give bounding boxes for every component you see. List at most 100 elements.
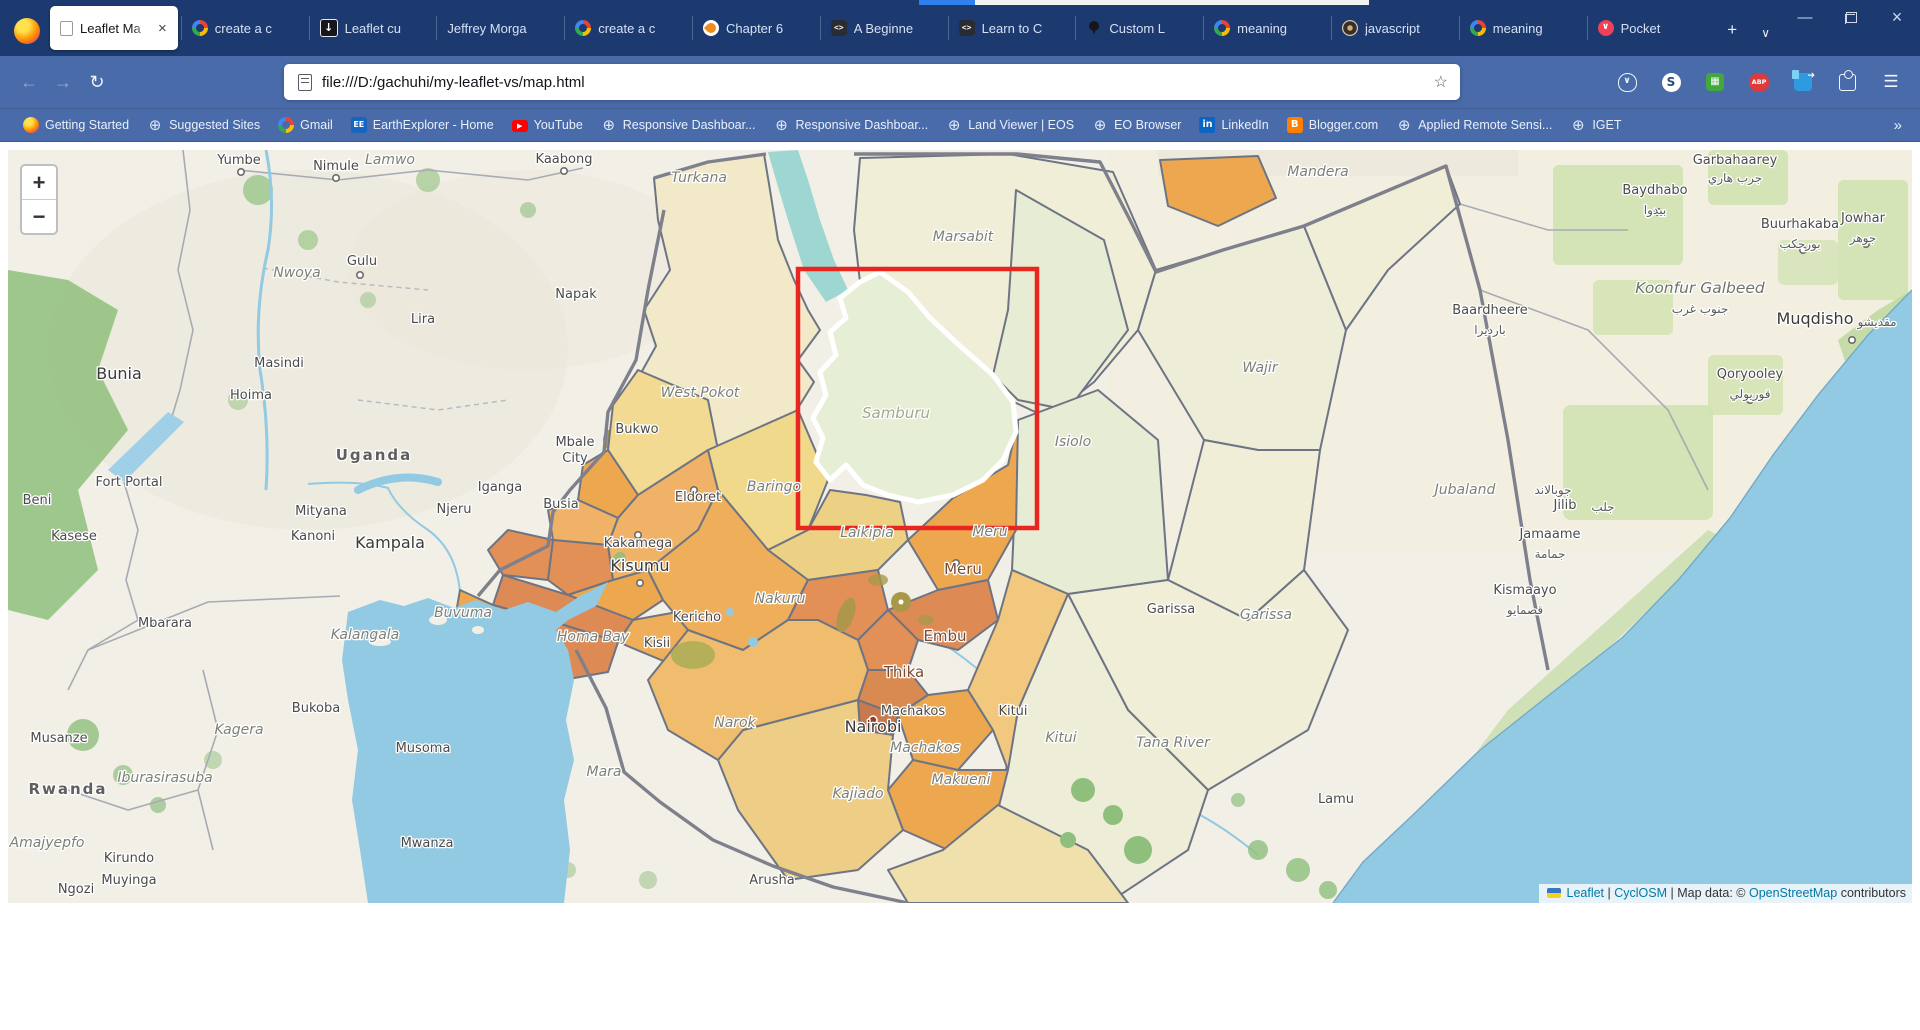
map-label: Busia — [543, 497, 579, 512]
map-label: Garissa — [1147, 602, 1196, 617]
attribution-link[interactable]: Leaflet — [1567, 886, 1605, 900]
map-label: جرب هاري — [1708, 171, 1762, 186]
attribution-link[interactable]: CyclOSM — [1614, 886, 1667, 900]
map-label: جلب — [1591, 500, 1614, 514]
bookmark-label: Getting Started — [45, 118, 129, 132]
bookmark-item[interactable]: Gmail — [269, 113, 342, 137]
map-label: جوهر — [1849, 231, 1877, 246]
map-label: جمامة — [1535, 547, 1566, 561]
bookmark-item[interactable]: ⊕EO Browser — [1083, 113, 1190, 137]
tab[interactable]: Leaflet cu — [310, 7, 438, 49]
map-label: Nakuru — [755, 591, 806, 607]
leaflet-map[interactable]: YumbeNimuleLamwoKaabongGuluNwoyaLiraNapa… — [8, 150, 1912, 903]
extensions-puzzle-icon[interactable] — [1832, 67, 1862, 97]
bookmark-item[interactable]: EEEarthExplorer - Home — [342, 113, 503, 137]
page-icon — [60, 21, 73, 36]
globe-icon: ⊕ — [946, 117, 962, 133]
adblock-plus-icon[interactable]: ABP — [1744, 67, 1774, 97]
green-extension-icon[interactable]: ▦ — [1700, 67, 1730, 97]
tab[interactable]: meaning — [1460, 7, 1588, 49]
tab[interactable]: javascript — [1332, 7, 1460, 49]
bookmark-label: LinkedIn — [1221, 118, 1268, 132]
bookmark-label: Gmail — [300, 118, 333, 132]
tab-close-icon[interactable]: × — [157, 20, 168, 37]
map-label: Baringo — [747, 479, 801, 495]
map-label: Isiolo — [1055, 434, 1091, 450]
menu-icon[interactable]: ☰ — [1876, 67, 1906, 97]
bookmark-label: Land Viewer | EOS — [968, 118, 1074, 132]
list-tabs-chevron-icon[interactable]: ∨ — [1749, 26, 1782, 40]
navigation-toolbar: ← → ↻ file:///D:/gachuhi/my-leaflet-vs/m… — [0, 56, 1920, 109]
bookmark-item[interactable]: ⊕Suggested Sites — [138, 113, 269, 137]
map-label: Kirundo — [104, 851, 154, 866]
bookmark-item[interactable]: ⊕ Land Viewer | EOS — [937, 113, 1083, 137]
forward-button[interactable]: → — [46, 72, 80, 93]
map-label: بيدوا — [1644, 203, 1666, 218]
share-extension-icon[interactable] — [1788, 67, 1818, 97]
back-button[interactable]: ← — [12, 72, 46, 93]
tab[interactable]: Learn to C — [949, 7, 1077, 49]
map-label: Mbale — [555, 435, 594, 450]
tab-active[interactable]: Leaflet Ma× — [50, 6, 178, 50]
map-label: Ngozi — [58, 882, 94, 897]
tab[interactable]: meaning — [1204, 7, 1332, 49]
bookmark-star-icon[interactable]: ☆ — [1422, 72, 1460, 92]
address-bar[interactable]: file:///D:/gachuhi/my-leaflet-vs/map.htm… — [284, 64, 1460, 100]
tab[interactable]: Jeffrey Morga — [437, 7, 565, 49]
place-marker — [1849, 337, 1855, 343]
map-label: Gulu — [347, 254, 377, 269]
reload-button[interactable]: ↻ — [80, 72, 114, 93]
map-label: جنوب غرب — [1672, 302, 1729, 317]
restore-button[interactable] — [1828, 0, 1874, 34]
map-label: Amajyepfo — [9, 835, 85, 851]
tab[interactable]: Custom L — [1076, 7, 1204, 49]
bookmark-item[interactable]: ▶YouTube — [503, 113, 592, 137]
map-label: Muyinga — [101, 873, 156, 888]
new-tab-button[interactable]: + — [1715, 20, 1749, 40]
background-window-strip-blue — [919, 0, 975, 5]
map-label: Kajiado — [832, 786, 883, 802]
attribution-link[interactable]: OpenStreetMap — [1749, 886, 1837, 900]
map-label: Garbahaarey — [1693, 153, 1778, 168]
url-text[interactable]: file:///D:/gachuhi/my-leaflet-vs/map.htm… — [322, 74, 1422, 91]
tab[interactable]: Pocket — [1588, 7, 1716, 49]
tab[interactable]: create a c — [182, 7, 310, 49]
bookmark-item[interactable]: inLinkedIn — [1190, 113, 1277, 137]
zoom-out-button[interactable]: − — [22, 199, 56, 233]
bookmark-label: Responsive Dashboar... — [623, 118, 756, 132]
bookmark-item[interactable]: ⊕IGET — [1561, 113, 1630, 137]
bookmark-item[interactable]: BBlogger.com — [1278, 113, 1387, 137]
tab[interactable]: A Beginne — [821, 7, 949, 49]
map-label: Iganga — [478, 480, 523, 495]
map-label: Nairobi — [845, 717, 902, 736]
tab-title: A Beginne — [854, 21, 939, 36]
pocket-save-icon[interactable]: ∨ — [1612, 67, 1642, 97]
map-label: Musanze — [30, 731, 87, 746]
map-label: Machakos — [881, 704, 946, 719]
map-label: Iburasirasuba — [117, 770, 212, 786]
bookmark-item[interactable]: ⊕Responsive Dashboar... — [765, 113, 938, 137]
map-label: West Pokot — [661, 385, 740, 401]
map-label: City — [562, 451, 588, 466]
google-icon — [1214, 20, 1230, 36]
map-label: Laikipia — [840, 525, 894, 541]
bookmark-item[interactable]: ⊕Responsive Dashboar... — [592, 113, 765, 137]
map-label: Baydhabo — [1622, 183, 1687, 198]
close-window-button[interactable]: × — [1874, 0, 1920, 34]
page-content: YumbeNimuleLamwoKaabongGuluNwoyaLiraNapa… — [0, 150, 1920, 1030]
bookmark-item[interactable]: Getting Started — [14, 113, 138, 137]
map-label: Musoma — [396, 741, 451, 756]
minimize-button[interactable]: — — [1782, 0, 1828, 34]
tab-title: Learn to C — [982, 21, 1067, 36]
tab[interactable]: create a c — [565, 7, 693, 49]
bookmark-label: Applied Remote Sensi... — [1418, 118, 1552, 132]
bookmark-item[interactable]: ⊕Applied Remote Sensi... — [1387, 113, 1561, 137]
firefox-view-button[interactable] — [14, 18, 40, 44]
zoom-in-button[interactable]: + — [22, 166, 56, 199]
tab[interactable]: Chapter 6 — [693, 7, 821, 49]
google-icon — [1470, 20, 1486, 36]
bookmarks-overflow-chevron[interactable]: » — [1876, 117, 1920, 134]
map-label: Embu — [923, 627, 966, 645]
s-extension-icon[interactable]: S — [1656, 67, 1686, 97]
google-icon — [575, 20, 591, 36]
